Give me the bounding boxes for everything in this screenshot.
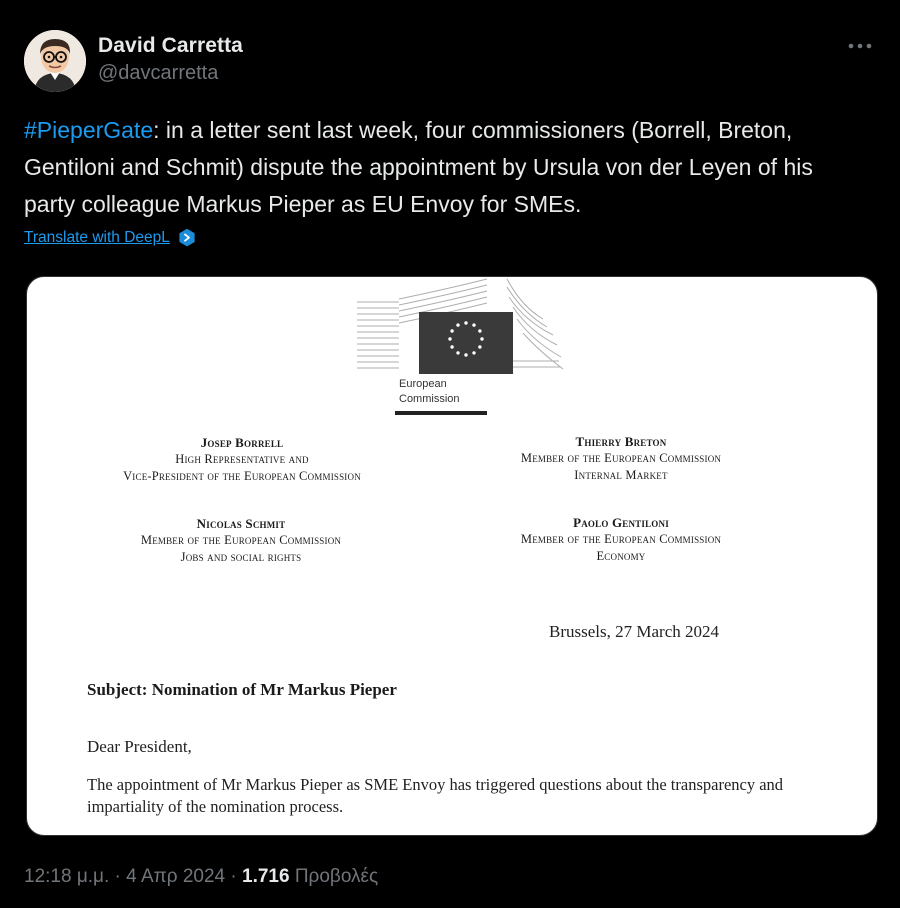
signatory-title: Internal Market (574, 468, 668, 482)
signatory-borrell: Josep Borrell High Representative and Vi… (87, 434, 397, 485)
meta-separator: · (109, 866, 127, 887)
signatory-name: Josep Borrell (200, 435, 284, 450)
tweet-date[interactable]: 4 Απρ 2024 (126, 866, 225, 887)
translate-link[interactable]: Translate with DeepL (24, 229, 170, 247)
signatory-title: Member of the European Commission (520, 451, 722, 465)
avatar[interactable] (24, 30, 86, 92)
deepl-icon (179, 228, 195, 247)
signatory-name: Thierry Breton (575, 434, 667, 449)
media-image[interactable]: European Commission Josep Borrell High R… (26, 276, 878, 836)
signatory-title: Member of the European Commission (140, 533, 342, 547)
tweet-meta: 12:18 μ.μ. · 4 Απρ 2024 · 1.716 Προβολές (24, 866, 378, 888)
logo-divider (395, 411, 487, 415)
signatory-breton: Thierry Breton Member of the European Co… (491, 433, 751, 484)
user-handle[interactable]: @davcarretta (98, 62, 243, 85)
letter-body: The appointment of Mr Markus Pieper as S… (87, 775, 784, 816)
more-options-icon[interactable] (846, 32, 874, 60)
letter-date: Brussels, 27 March 2024 (549, 622, 719, 641)
signatory-gentiloni: Paolo Gentiloni Member of the European C… (491, 514, 751, 565)
logo-caption: European Commission (399, 377, 460, 407)
tweet-header: David Carretta @davcarretta (24, 30, 876, 94)
signatory-title: Economy (596, 549, 646, 563)
signatory-title: Jobs and social rights (180, 550, 302, 564)
letter-document: European Commission Josep Borrell High R… (27, 277, 877, 835)
display-name[interactable]: David Carretta (98, 34, 243, 58)
tweet-text: #PieperGate: in a letter sent last week,… (24, 112, 854, 223)
signatory-title: High Representative and (175, 452, 309, 466)
hashtag-link[interactable]: #PieperGate (24, 117, 153, 143)
signatory-title: Member of the European Commission (520, 532, 722, 546)
logo-caption-line-1: European (399, 378, 447, 390)
cartoon-portrait-avatar-icon (24, 30, 86, 92)
logo-caption-line-2: Commission (399, 393, 460, 405)
tweet-time[interactable]: 12:18 μ.μ. (24, 866, 109, 887)
views-count: 1.716 (242, 866, 290, 887)
signatory-title: Vice-President of the European Commissio… (123, 469, 361, 483)
letter-subject: Subject: Nomination of Mr Markus Pieper (87, 680, 397, 699)
author-names: David Carretta @davcarretta (98, 34, 243, 85)
translate-row: Translate with DeepL (24, 228, 196, 248)
signatory-name: Paolo Gentiloni (573, 515, 669, 530)
ellipsis-icon (848, 43, 872, 49)
views-label: Προβολές (289, 866, 379, 887)
letter-salutation: Dear President, (87, 737, 192, 756)
signatory-name: Nicolas Schmit (196, 516, 286, 531)
signatory-schmit: Nicolas Schmit Member of the European Co… (111, 515, 371, 566)
meta-separator: · (225, 866, 242, 887)
